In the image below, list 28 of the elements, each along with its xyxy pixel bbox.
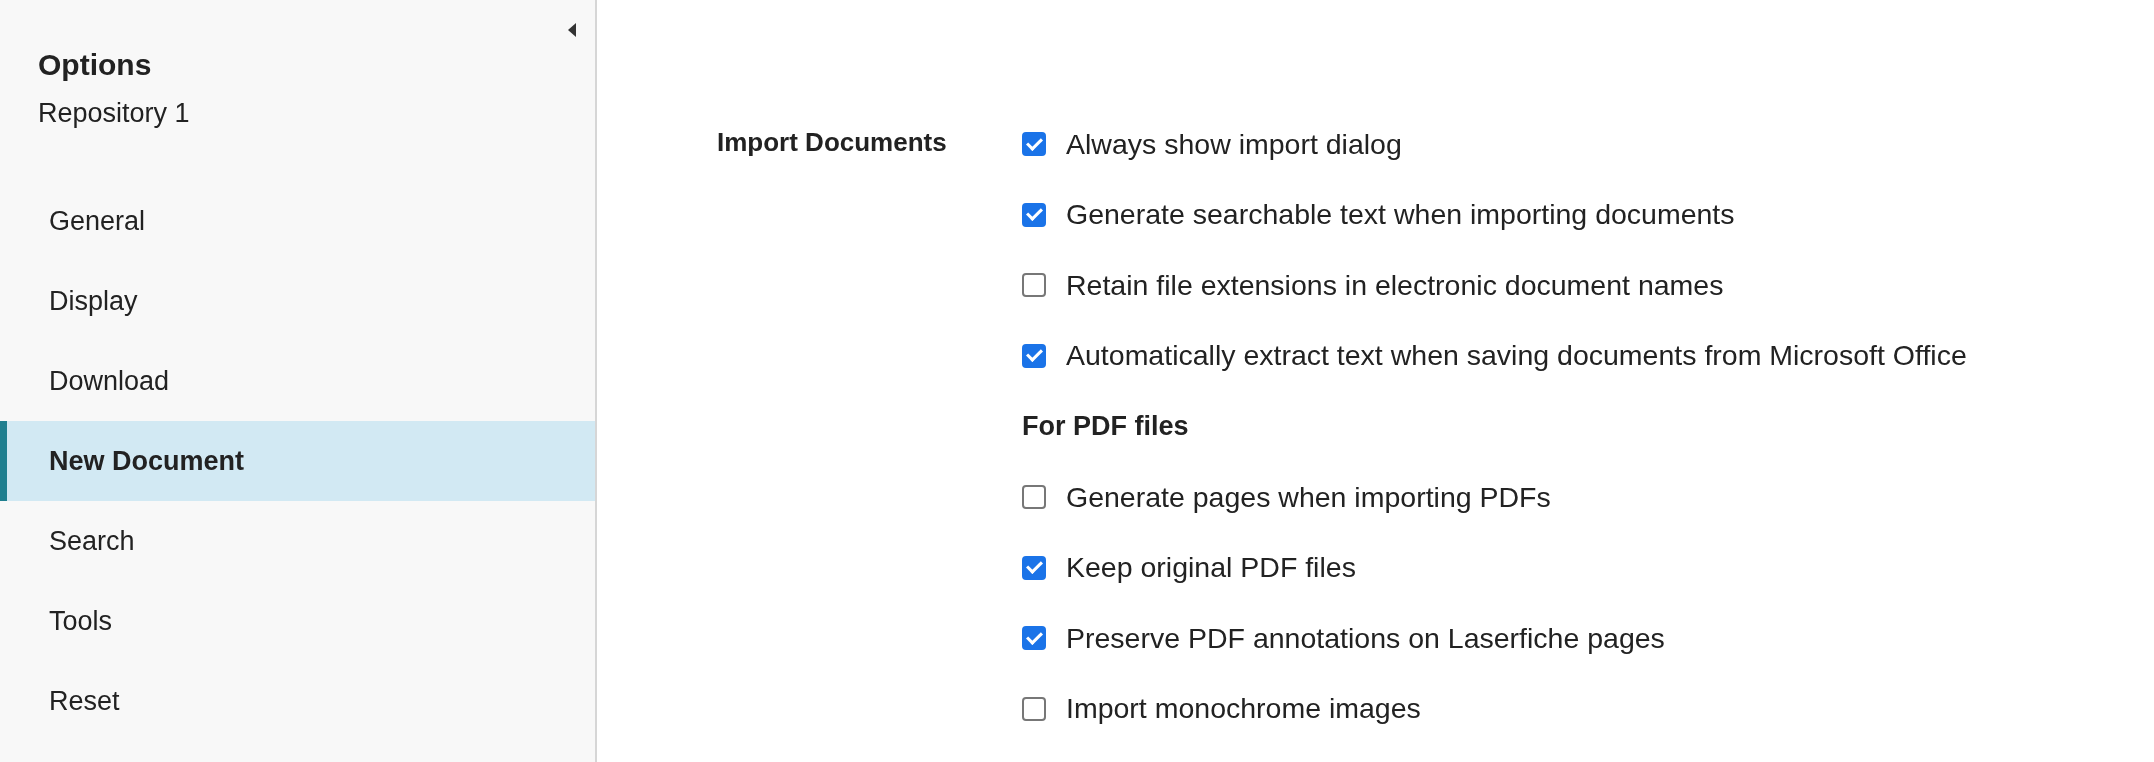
option-checkbox[interactable]: Preserve PDF annotations on Laserfiche pages [1022,602,1967,674]
option-checkbox[interactable]: Automatically extract text when saving documents from Microsoft Office [1022,320,1967,392]
checkbox[interactable] [1022,202,1046,227]
option-checkbox[interactable]: Keep original PDF files [1022,532,1967,603]
sidebar-item[interactable]: Tools [0,581,595,661]
option-checkbox[interactable]: Generate searchable text when importing documents [1022,179,1967,251]
sidebar-item[interactable]: Reset [0,661,595,741]
checkbox[interactable] [1022,273,1046,298]
option-checkbox[interactable]: Generate pages when importing PDFs [1022,461,1967,533]
sidebar-item[interactable]: General [0,181,595,261]
section-label: Import Documents [717,127,948,159]
sidebar-item[interactable]: New Document [0,421,595,501]
option-checkbox[interactable]: Import monochrome images [1022,673,1967,745]
collapse-arrow-icon[interactable] [567,22,577,38]
checkbox[interactable] [1022,485,1046,510]
checkbox[interactable] [1022,555,1046,580]
checkbox[interactable] [1022,132,1046,157]
option-checkbox[interactable]: Always show import dialog [1022,109,1967,180]
checkbox[interactable] [1022,696,1046,721]
sidebar-item[interactable]: Display [0,261,595,341]
sidebar-title: Options [37,48,153,82]
sidebar-item[interactable]: Download [0,341,595,421]
option-checkbox[interactable]: Retain file extensions in electronic document names [1022,250,1967,321]
checkbox[interactable] [1022,343,1046,368]
sidebar-item[interactable]: Search [0,501,595,581]
checkbox[interactable] [1022,626,1046,651]
repository-name: Repository 1 [37,98,191,129]
subsection-heading: For PDF files [1022,410,1190,444]
